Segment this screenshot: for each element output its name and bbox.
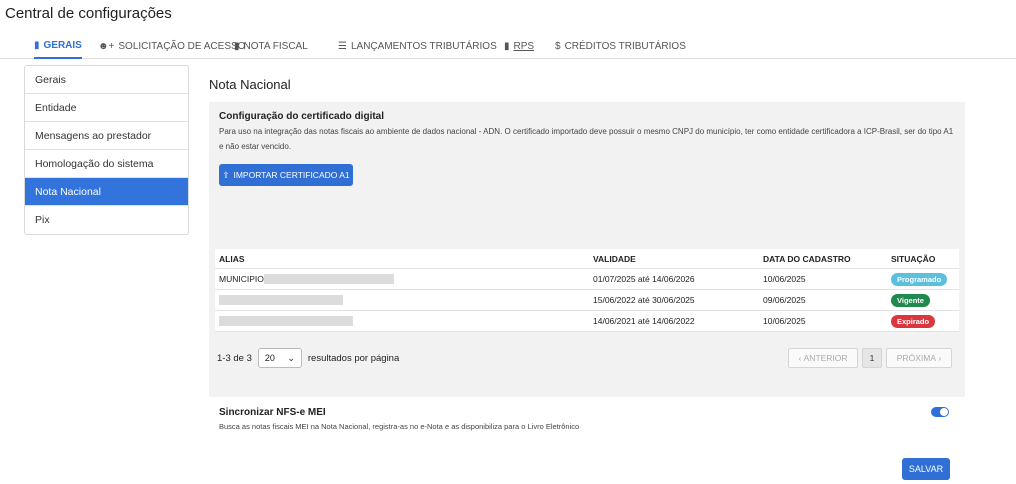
- certificate-title: Configuração do certificado digital: [219, 111, 385, 122]
- sync-description: Busca as notas fiscais MEI na Nota Nacio…: [219, 422, 580, 431]
- toggle-knob: [940, 408, 948, 416]
- table-row[interactable]: 14/06/2021 até 14/06/2022 10/06/2025 Exp…: [215, 311, 959, 332]
- status-badge: Expirado: [891, 314, 936, 328]
- column-header-data-cadastro: DATA DO CADASTRO: [763, 253, 851, 264]
- sidebar-item-entidade[interactable]: Entidade: [25, 94, 188, 122]
- situacao-cell: Expirado: [891, 311, 936, 331]
- tab-label: NOTA FISCAL: [243, 40, 308, 52]
- alias-cell: [219, 290, 343, 310]
- chevron-right-icon: ›: [936, 353, 942, 363]
- redacted-text: [219, 316, 353, 326]
- alias-text: MUNICIPIO: [219, 274, 264, 284]
- sidebar-item-homologacao[interactable]: Homologação do sistema: [25, 150, 188, 178]
- alias-cell: [219, 311, 353, 331]
- previous-label: ANTERIOR: [803, 353, 848, 363]
- tab-nota-fiscal[interactable]: ▮ NOTA FISCAL: [234, 33, 308, 59]
- data-cadastro-cell: 10/06/2025: [763, 316, 806, 326]
- table-row[interactable]: MUNICIPIO 01/07/2025 até 14/06/2026 10/0…: [215, 269, 959, 290]
- alias-cell: MUNICIPIO: [219, 269, 394, 289]
- next-label: PRÓXIMA: [896, 353, 936, 363]
- data-cadastro-cell: 10/06/2025: [763, 274, 806, 284]
- column-header-validade: VALIDADE: [593, 253, 636, 264]
- page-size-select[interactable]: 20 ⌄: [257, 348, 302, 368]
- tab-solicitacao-acesso[interactable]: ☻+ SOLICITAÇÃO DE ACESSO: [98, 33, 245, 59]
- user-plus-icon: ☻+: [98, 40, 115, 52]
- situacao-cell: Programado: [891, 269, 948, 289]
- redacted-text: [219, 295, 343, 305]
- sidebar-item-pix[interactable]: Pix: [25, 206, 188, 234]
- tab-gerais[interactable]: ▮ GERAIS: [34, 33, 82, 59]
- sidebar-item-gerais[interactable]: Gerais: [25, 66, 188, 94]
- next-page-button[interactable]: PRÓXIMA ›: [886, 348, 952, 368]
- situacao-cell: Vigente: [891, 290, 930, 310]
- save-button[interactable]: SALVAR: [902, 458, 950, 480]
- pagination-controls: ‹ ANTERIOR 1 PRÓXIMA ›: [788, 348, 952, 368]
- result-range: 1-3 de 3: [217, 352, 252, 364]
- chevron-down-icon: ⌄: [287, 352, 295, 363]
- tab-rps[interactable]: ▮ RPS: [504, 33, 534, 59]
- tab-lancamentos-tributarios[interactable]: ☰ LANÇAMENTOS TRIBUTÁRIOS: [338, 33, 497, 59]
- table-header-row: ALIAS VALIDADE DATA DO CADASTRO SITUAÇÃO: [215, 249, 959, 269]
- sidebar-item-mensagens-ao-prestador[interactable]: Mensagens ao prestador: [25, 122, 188, 150]
- tab-label: LANÇAMENTOS TRIBUTÁRIOS: [350, 40, 497, 52]
- validade-cell: 14/06/2021 até 14/06/2022: [593, 316, 695, 326]
- column-header-situacao: SITUAÇÃO: [891, 253, 936, 264]
- file-icon: ▮: [504, 40, 510, 52]
- file-icon: ▮: [234, 40, 240, 52]
- validade-cell: 01/07/2025 até 14/06/2026: [593, 274, 695, 284]
- settings-sidebar: Gerais Entidade Mensagens ao prestador H…: [24, 65, 189, 235]
- top-tabs: ▮ GERAIS ☻+ SOLICITAÇÃO DE ACESSO ▮ NOTA…: [0, 33, 1016, 59]
- redacted-text: [263, 274, 394, 284]
- dollar-icon: $: [555, 40, 561, 52]
- certificate-description: Para uso na integração das notas fiscais…: [219, 127, 954, 151]
- certificates-table: ALIAS VALIDADE DATA DO CADASTRO SITUAÇÃO…: [215, 249, 959, 332]
- import-certificate-label: IMPORTAR CERTIFICADO A1: [233, 170, 350, 180]
- column-header-alias: ALIAS: [219, 253, 245, 264]
- bookmark-icon: ▮: [34, 39, 40, 51]
- per-page-label: resultados por página: [307, 352, 400, 364]
- page-title: Central de configurações: [5, 5, 172, 22]
- tab-label: SOLICITAÇÃO DE ACESSO: [118, 40, 246, 52]
- tab-label: GERAIS: [43, 39, 82, 51]
- pagination-info: 1-3 de 3 20 ⌄ resultados por página: [217, 348, 399, 368]
- status-badge: Vigente: [891, 293, 930, 307]
- tab-label: CRÉDITOS TRIBUTÁRIOS: [564, 40, 686, 52]
- data-cadastro-cell: 09/06/2025: [763, 295, 806, 305]
- sidebar-item-nota-nacional[interactable]: Nota Nacional: [25, 178, 188, 206]
- table-row[interactable]: 15/06/2022 até 30/06/2025 09/06/2025 Vig…: [215, 290, 959, 311]
- status-badge: Programado: [891, 272, 948, 286]
- section-title: Nota Nacional: [209, 77, 291, 92]
- tab-creditos-tributarios[interactable]: $ CRÉDITOS TRIBUTÁRIOS: [555, 33, 686, 59]
- certificate-panel: Configuração do certificado digital Para…: [209, 102, 965, 397]
- upload-icon: ⇧: [222, 169, 230, 180]
- page-size-value: 20: [264, 353, 275, 363]
- columns-icon: ☰: [338, 40, 347, 52]
- tab-label: RPS: [513, 40, 535, 52]
- page-number-button[interactable]: 1: [862, 348, 882, 368]
- sync-title: Sincronizar NFS-e MEI: [219, 407, 326, 418]
- sync-toggle[interactable]: [931, 407, 949, 417]
- import-certificate-button[interactable]: ⇧ IMPORTAR CERTIFICADO A1: [219, 164, 353, 186]
- validade-cell: 15/06/2022 até 30/06/2025: [593, 295, 695, 305]
- previous-page-button[interactable]: ‹ ANTERIOR: [788, 348, 858, 368]
